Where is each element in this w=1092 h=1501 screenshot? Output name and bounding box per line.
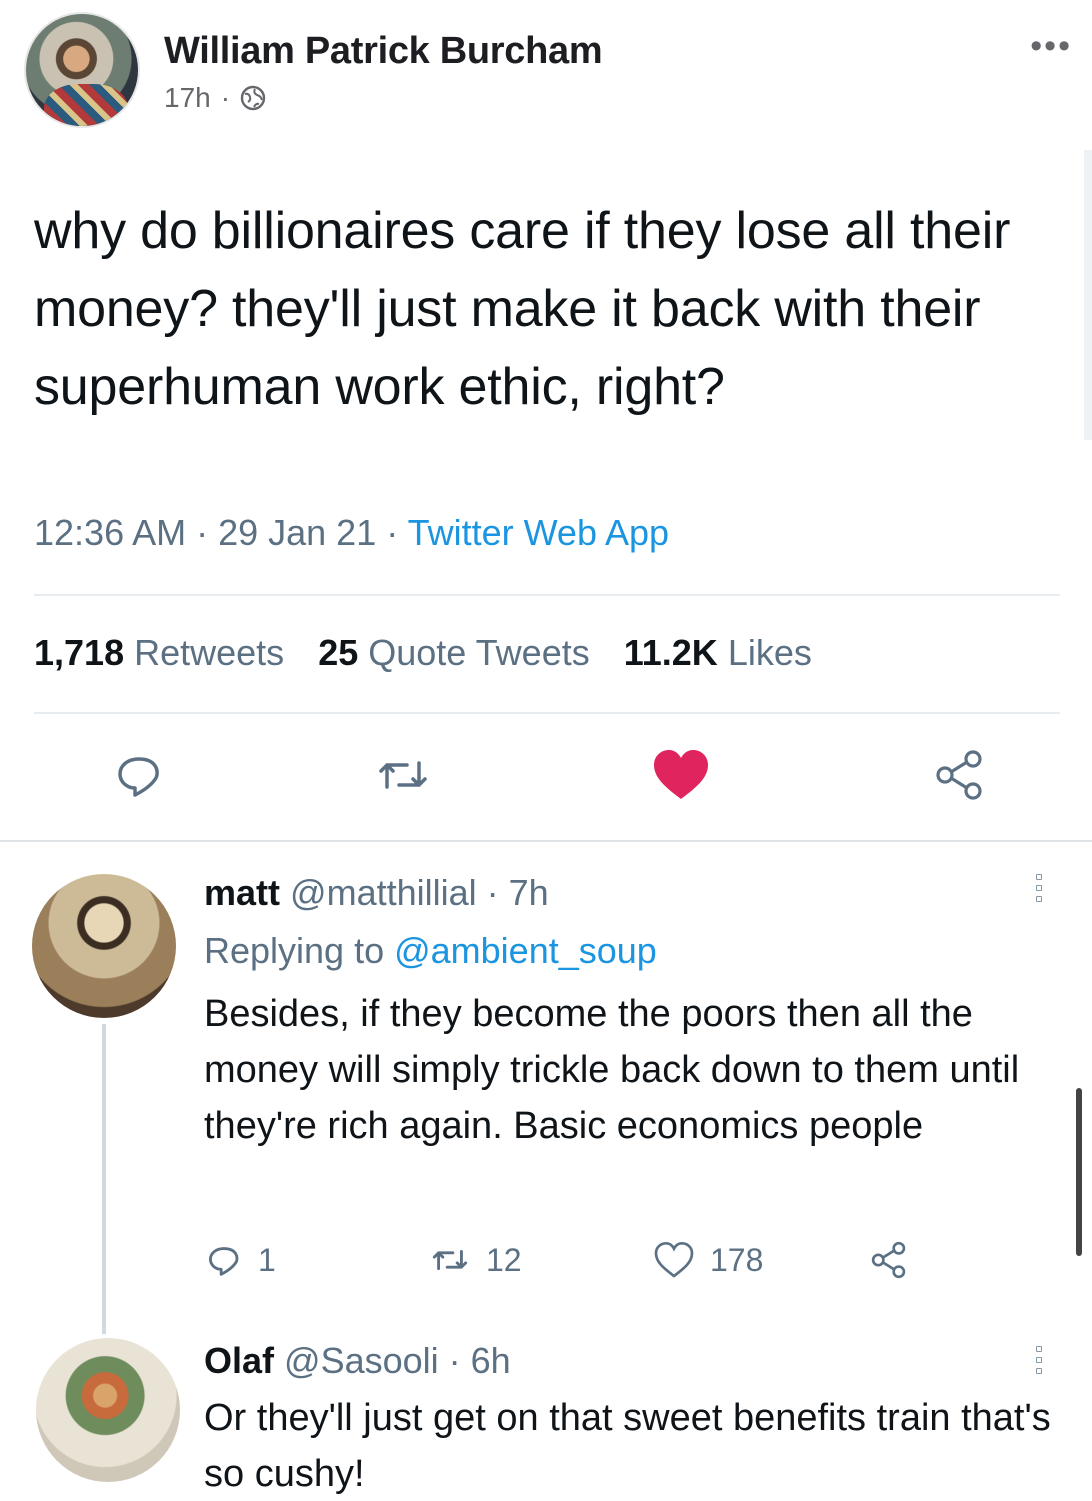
reply-reply-button[interactable]: 1 (204, 1236, 276, 1284)
reply-handle[interactable]: @matthillial · 7h (290, 872, 549, 913)
retweets-label: Retweets (134, 632, 285, 673)
reply-like-button[interactable]: 178 (652, 1236, 763, 1284)
globe-icon[interactable] (240, 85, 266, 111)
quotes-label: Quote Tweets (368, 632, 590, 673)
reply-author-name[interactable]: Olaf (204, 1340, 274, 1381)
like-count: 178 (710, 1241, 764, 1278)
reply-actions: 1 12 178 (204, 1236, 964, 1284)
reply-text: Besides, if they become the poors then a… (204, 993, 1020, 1147)
reply-count: 1 (258, 1241, 276, 1278)
section-divider (0, 840, 1092, 842)
tweet-actions (0, 740, 1092, 820)
reply-retweet-button[interactable]: 12 (428, 1236, 522, 1284)
tweet-timestamp: 12:36 AM · 29 Jan 21 · Twitter Web App (34, 512, 669, 554)
share-icon[interactable] (926, 740, 996, 810)
tweet-time[interactable]: 12:36 AM · 29 Jan 21 · (34, 512, 408, 553)
heart-outline-icon (654, 1241, 694, 1278)
retweets-stat[interactable]: 1,718 Retweets (34, 632, 284, 674)
reply-icon (209, 1247, 239, 1276)
divider (34, 712, 1060, 714)
reply-author-name[interactable]: matt (204, 872, 280, 913)
replying-to-handle[interactable]: @ambient_soup (394, 930, 657, 971)
like-icon[interactable] (646, 740, 716, 810)
quotes-count: 25 (318, 632, 359, 673)
reply-avatar[interactable] (32, 874, 176, 1018)
more-options-icon[interactable]: ••• (1030, 29, 1072, 63)
likes-count: 11.2K (623, 632, 718, 673)
meta-separator: · (220, 82, 231, 113)
tweet-text: why do billionaires care if they lose al… (34, 202, 1011, 416)
reply-header: matt @matthillial · 7h (204, 872, 549, 914)
reply-header: Olaf @Sasooli · 6h (204, 1340, 511, 1382)
tweet-stats: 1,718 Retweets 25 Quote Tweets 11.2K Lik… (34, 632, 812, 674)
avatar-shirt (44, 84, 128, 126)
replying-label: Replying to (204, 930, 395, 971)
reply-more-icon[interactable] (1034, 874, 1044, 902)
likes-stat[interactable]: 11.2K Likes (624, 632, 812, 674)
thread-line (102, 1024, 106, 1334)
retweet-icon (432, 1250, 468, 1270)
reply-icon[interactable] (104, 740, 174, 810)
reply-share-button[interactable] (868, 1236, 912, 1284)
edge-shadow (1084, 150, 1092, 440)
post-meta: 17h · (164, 82, 266, 114)
retweet-icon[interactable] (368, 740, 438, 810)
retweets-count: 1,718 (34, 632, 125, 673)
tweet-source[interactable]: Twitter Web App (408, 512, 669, 553)
divider (34, 594, 1060, 596)
reply-handle[interactable]: @Sasooli · 6h (284, 1340, 511, 1381)
post-time[interactable]: 17h (164, 82, 211, 114)
reply-avatar[interactable] (36, 1338, 180, 1482)
retweet-count: 12 (486, 1241, 522, 1278)
reply-text: Or they'll just get on that sweet benefi… (204, 1397, 1051, 1495)
author-avatar[interactable] (24, 12, 140, 128)
replying-to: Replying to @ambient_soup (204, 930, 657, 972)
quote-tweets-stat[interactable]: 25 Quote Tweets (318, 632, 590, 674)
author-name[interactable]: William Patrick Burcham (164, 30, 603, 73)
reply-more-icon[interactable] (1034, 1346, 1044, 1374)
share-icon (871, 1241, 906, 1279)
facebook-post-header: William Patrick Burcham 17h · ••• (0, 0, 1092, 150)
likes-label: Likes (727, 632, 812, 673)
scrollbar[interactable] (1076, 1088, 1082, 1256)
